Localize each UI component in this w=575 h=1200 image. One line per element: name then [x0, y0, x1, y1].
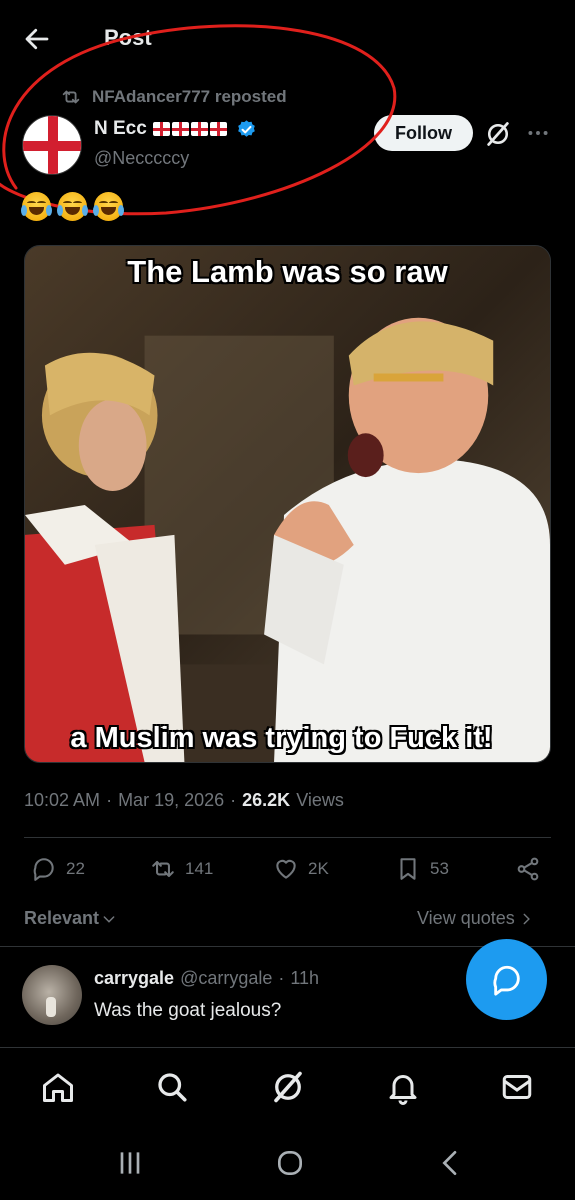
reply-button[interactable]: 22 — [31, 856, 85, 882]
repost-button[interactable]: 141 — [150, 856, 213, 882]
post-time: 10:02 AM — [24, 790, 101, 810]
reply-sort-dropdown[interactable]: Relevant — [24, 908, 117, 929]
grok-icon[interactable] — [484, 120, 512, 148]
sort-label: Relevant — [24, 908, 100, 928]
messages-envelope-icon[interactable] — [499, 1069, 535, 1105]
heart-icon — [276, 859, 296, 879]
reply-author-handle[interactable]: @carrygale — [180, 968, 272, 989]
repost-context[interactable]: NFAdancer777 reposted — [60, 86, 287, 108]
top-bar: Post — [0, 0, 575, 78]
face-with-tears-of-joy-icon — [57, 192, 88, 221]
like-button[interactable]: 2K — [273, 856, 329, 882]
chevron-down-icon — [103, 915, 115, 923]
england-flag-icon — [152, 122, 170, 136]
face-with-tears-of-joy-icon — [21, 192, 52, 221]
system-navigation-bar — [0, 1123, 575, 1200]
meta-separator: · — [230, 790, 237, 810]
share-button[interactable] — [515, 856, 541, 882]
repost-icon — [62, 90, 80, 104]
chevron-right-icon — [523, 913, 530, 924]
post-text-emojis — [21, 192, 124, 221]
reply-time: 11h — [290, 968, 320, 988]
post-media-image[interactable]: The Lamb was so raw a Muslim was trying … — [24, 245, 551, 763]
verified-badge-icon — [238, 119, 255, 137]
bottom-tab-bar — [0, 1047, 575, 1123]
repost-label: NFAdancer777 reposted — [92, 87, 287, 106]
recent-apps-icon[interactable] — [114, 1147, 146, 1179]
action-bar: 22 141 2K 53 — [0, 856, 575, 892]
reply-bubble-icon — [33, 858, 54, 881]
bookmark-button[interactable]: 53 — [395, 856, 449, 882]
reply-count: 22 — [66, 859, 85, 878]
reply-bubble-icon — [492, 965, 520, 996]
post-meta: 10:02 AM · Mar 19, 2026 · 26.2K Views — [24, 790, 344, 811]
divider — [24, 837, 551, 838]
bookmark-icon — [400, 858, 416, 880]
system-back-icon[interactable] — [435, 1147, 467, 1179]
follow-button[interactable]: Follow — [374, 115, 473, 151]
notifications-bell-icon[interactable] — [385, 1069, 421, 1105]
home-icon[interactable] — [40, 1069, 76, 1105]
author-avatar[interactable] — [22, 115, 82, 175]
more-options-icon[interactable] — [525, 120, 551, 146]
repost-icon — [152, 860, 174, 878]
view-quotes-label: View quotes — [417, 908, 515, 928]
england-flags — [152, 122, 227, 136]
reply-author-name[interactable]: carrygale — [94, 968, 174, 989]
repost-count: 141 — [185, 859, 214, 878]
back-arrow-icon[interactable] — [22, 24, 52, 54]
page-title: Post — [104, 25, 152, 50]
views-count[interactable]: 26.2K — [242, 790, 290, 811]
reply-text: Was the goat jealous? — [94, 1000, 282, 1021]
compose-reply-fab[interactable] — [466, 939, 547, 1020]
england-flag-icon — [190, 122, 208, 136]
home-button-icon[interactable] — [274, 1147, 306, 1179]
author-handle[interactable]: @Necccccy — [94, 148, 189, 169]
share-icon — [517, 857, 539, 881]
reply-avatar[interactable] — [22, 965, 82, 1025]
face-with-tears-of-joy-icon — [93, 192, 124, 221]
meme-caption-top: The Lamb was so raw — [127, 254, 448, 289]
search-icon[interactable] — [154, 1069, 190, 1105]
england-flag-icon — [209, 122, 227, 136]
author-display-name[interactable]: N Ecc — [94, 118, 147, 140]
meta-separator: · — [278, 968, 285, 988]
author-name-row[interactable]: N Ecc — [94, 118, 257, 140]
meme-photo — [25, 246, 550, 762]
grok-icon[interactable] — [270, 1069, 306, 1105]
meta-separator: · — [106, 790, 113, 810]
views-label: Views — [296, 790, 344, 810]
meme-caption-bottom: a Muslim was trying to Fuck it! — [70, 722, 493, 754]
reply-header[interactable]: carrygale @carrygale · 11h — [94, 968, 319, 989]
bookmark-count: 53 — [430, 859, 449, 878]
england-flag-icon — [171, 122, 189, 136]
like-count: 2K — [308, 859, 329, 878]
post-date: Mar 19, 2026 — [118, 790, 225, 810]
view-quotes-link[interactable]: View quotes — [417, 908, 533, 929]
